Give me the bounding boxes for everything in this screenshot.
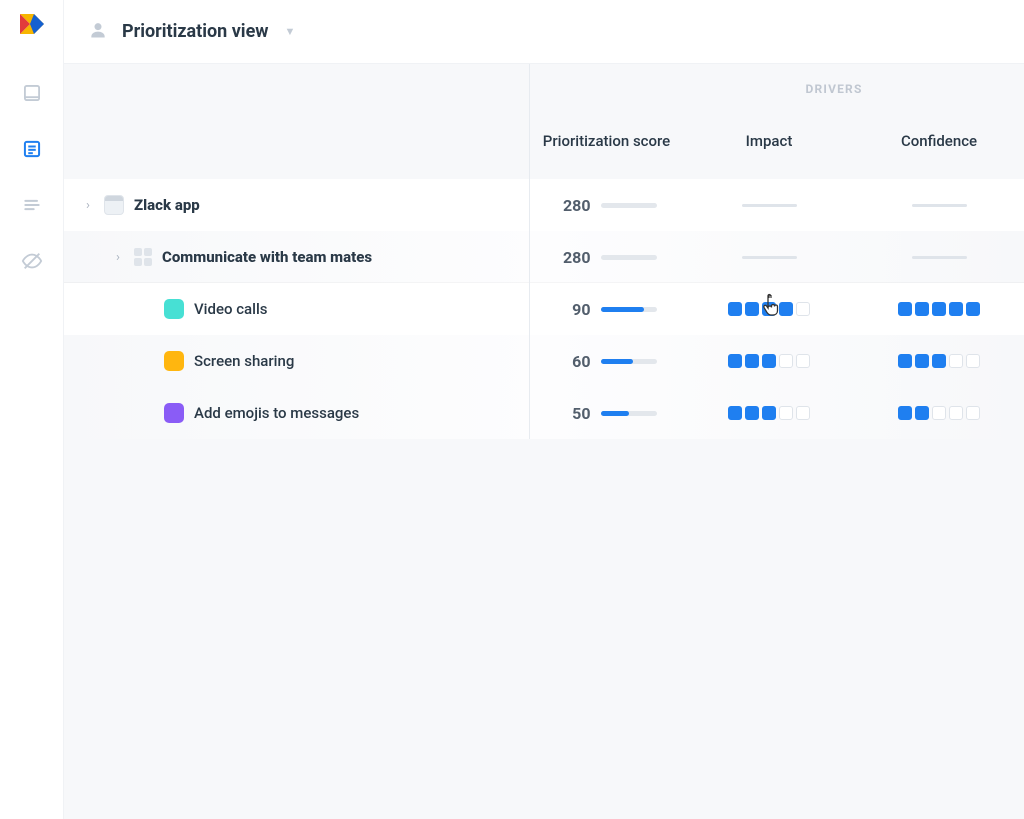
- score-bar: [601, 307, 657, 312]
- feature-icon: [164, 351, 184, 371]
- score-bar: [601, 203, 657, 208]
- empty-rating: [742, 256, 797, 259]
- feature-icon: [164, 299, 184, 319]
- app-logo: [18, 10, 46, 38]
- table-row[interactable]: › Communicate with team mates 280: [64, 231, 1024, 283]
- table-header-row: Prioritization score Impact Confidence: [64, 64, 1024, 179]
- top-bar: Prioritization view ▼: [64, 0, 1024, 64]
- rating-squares[interactable]: [898, 406, 980, 420]
- score-cell: 90: [557, 300, 657, 319]
- sidebar-nav: [0, 0, 64, 819]
- score-cell: 280: [557, 248, 657, 267]
- score-value: 280: [557, 248, 591, 267]
- empty-rating: [742, 204, 797, 207]
- rating-squares[interactable]: [728, 354, 810, 368]
- score-value: 50: [557, 404, 591, 423]
- view-title[interactable]: Prioritization view: [122, 21, 269, 42]
- chevron-right-icon[interactable]: ›: [112, 250, 124, 265]
- item-label: Communicate with team mates: [162, 248, 372, 266]
- table-row[interactable]: Add emojis to messages 50: [64, 387, 1024, 439]
- col-header-confidence: Confidence: [854, 131, 1024, 179]
- rating-squares[interactable]: [898, 302, 980, 316]
- score-cell: 280: [557, 196, 657, 215]
- col-header-impact: Impact: [684, 131, 854, 179]
- score-value: 280: [557, 196, 591, 215]
- user-icon[interactable]: [88, 20, 108, 44]
- empty-rating: [912, 204, 967, 207]
- table-row[interactable]: › Zlack app 280: [64, 179, 1024, 231]
- feature-icon: [164, 403, 184, 423]
- nav-board-icon[interactable]: [21, 82, 43, 104]
- nav-prioritization-icon[interactable]: [21, 138, 43, 160]
- content-area: DRIVERS Prioritization score Impact Conf…: [64, 64, 1024, 819]
- score-value: 60: [557, 352, 591, 371]
- score-cell: 50: [557, 404, 657, 423]
- chevron-right-icon[interactable]: ›: [82, 198, 94, 213]
- group-icon: [134, 248, 152, 266]
- caret-down-icon[interactable]: ▼: [285, 25, 296, 38]
- rating-squares[interactable]: [898, 354, 980, 368]
- score-bar: [601, 255, 657, 260]
- nav-hide-icon[interactable]: [21, 250, 43, 272]
- score-bar: [601, 411, 657, 416]
- score-value: 90: [557, 300, 591, 319]
- app-icon: [104, 195, 124, 215]
- nav-list-icon[interactable]: [21, 194, 43, 216]
- rating-squares[interactable]: [728, 302, 810, 316]
- empty-rating: [912, 256, 967, 259]
- table-row[interactable]: Video calls 90: [64, 283, 1024, 335]
- prioritization-table: DRIVERS Prioritization score Impact Conf…: [64, 64, 1024, 439]
- col-header-score: Prioritization score: [529, 131, 684, 179]
- score-bar: [601, 359, 657, 364]
- item-label: Screen sharing: [194, 352, 294, 370]
- rating-squares[interactable]: [728, 406, 810, 420]
- table-row[interactable]: Screen sharing 60: [64, 335, 1024, 387]
- item-label: Video calls: [194, 300, 268, 318]
- score-cell: 60: [557, 352, 657, 371]
- item-label: Add emojis to messages: [194, 404, 359, 422]
- item-label: Zlack app: [134, 196, 200, 214]
